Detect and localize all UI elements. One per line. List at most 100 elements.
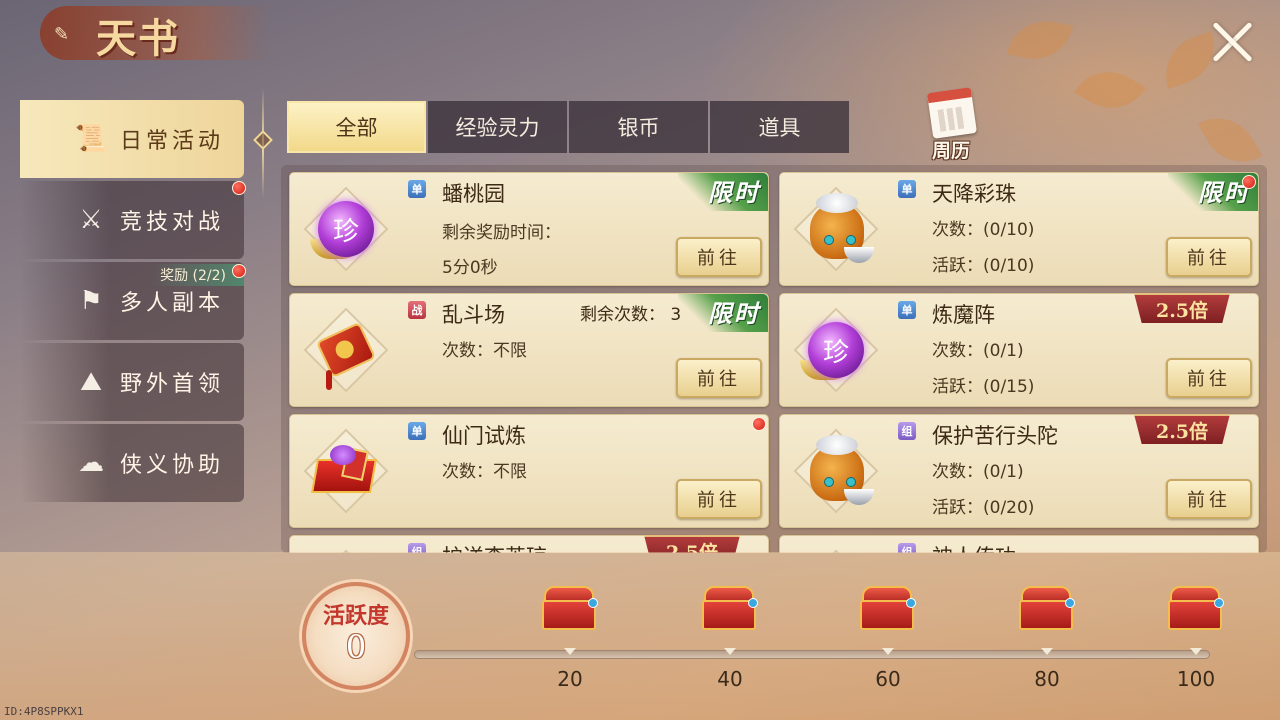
activity-name: 炼魔阵 <box>932 303 995 327</box>
treasure-bag-icon <box>793 186 879 272</box>
activity-list[interactable]: 珍 单 蟠桃园 剩余奖励时间： 5分0秒 限时 前往 单 天降彩珠 次数：(0/… <box>281 165 1267 553</box>
activity-card-tianjiang-caizhu: 单 天降彩珠 次数：(0/10) 活跃：(0/10) 限时 前往 <box>779 172 1259 286</box>
activity-name: 乱斗场 <box>442 303 505 327</box>
milestone-marker <box>1190 648 1202 655</box>
activity-card-luandouchang: 战 乱斗场 剩余次数： 3 次数：不限 限时 前往 <box>289 293 769 407</box>
tab-bar: 全部 经验灵力 银币 道具 <box>287 101 851 153</box>
sidebar-item-field-boss[interactable]: ⛰ 野外首领 <box>20 343 244 421</box>
milestone-marker <box>724 648 736 655</box>
window-title: ✎ 天书 <box>40 0 280 64</box>
reward-chest-icon[interactable] <box>858 582 918 634</box>
mountain-boss-icon: ⛰ <box>80 366 102 397</box>
scroll-icon: 📜 <box>74 124 108 154</box>
progress-track <box>414 650 1210 659</box>
go-button[interactable]: 前往 <box>676 479 762 519</box>
calendar-label: 周历 <box>931 140 970 162</box>
activity-label: 活跃度 <box>322 603 389 629</box>
activity-info: 次数：(0/1) <box>932 462 1024 482</box>
calendar-icon <box>927 87 977 139</box>
sidebar-item-label: 多人副本 <box>120 291 225 316</box>
limited-time-badge: 限时 <box>678 294 768 332</box>
go-button[interactable]: 前往 <box>676 358 762 398</box>
activity-info: 次数：(0/1) <box>932 341 1024 361</box>
activity-info: 活跃：(0/20) <box>932 498 1035 518</box>
treasure-bag-icon <box>793 428 879 514</box>
solo-tag: 单 <box>898 180 916 198</box>
battle-tag: 战 <box>408 301 426 319</box>
milestone-marker <box>882 648 894 655</box>
sidebar-item-label: 侠义协助 <box>120 453 225 478</box>
activity-info: 5分0秒 <box>442 258 498 278</box>
page-title: 天书 <box>96 15 180 62</box>
tab-items[interactable]: 道具 <box>710 101 849 153</box>
activity-card-lianmozhen: 珍 单 炼魔阵 次数：(0/1) 活跃：(0/15) 2.5倍 前往 <box>779 293 1259 407</box>
activity-info: 活跃：(0/10) <box>932 256 1035 276</box>
crossed-swords-icon: ⚔ <box>79 205 103 235</box>
activity-meter: 活跃度 0 <box>302 582 410 690</box>
sidebar-item-arena[interactable]: ⚔ 竞技对战 <box>20 181 246 259</box>
multiplier-badge: 2.5倍 <box>1134 293 1230 323</box>
reward-chest-icon[interactable] <box>700 582 760 634</box>
activity-name: 蟠桃园 <box>442 182 505 206</box>
multiplier-badge: 2.5倍 <box>644 535 740 553</box>
activity-info: 次数：不限 <box>442 462 527 482</box>
sidebar-item-dungeon[interactable]: 奖励 (2/2) ⚑ 多人副本 <box>20 262 246 340</box>
activity-info: 次数：(0/10) <box>932 220 1035 240</box>
sidebar-item-assist[interactable]: ☁ 侠义协助 <box>20 424 244 502</box>
reward-chest-icon[interactable] <box>1017 582 1077 634</box>
milestone-label: 60 <box>875 667 901 691</box>
reward-chest-icon[interactable] <box>1166 582 1226 634</box>
activity-card-pantaoyuan: 珍 单 蟠桃园 剩余奖励时间： 5分0秒 限时 前往 <box>289 172 769 286</box>
activity-info: 次数：不限 <box>442 341 527 361</box>
team-tag: 组 <box>898 422 916 440</box>
sidebar: 📜 日常活动 ⚔ 竞技对战 奖励 (2/2) ⚑ 多人副本 ⛰ 野外首领 ☁ 侠… <box>20 100 246 505</box>
calendar-button[interactable]: 周历 <box>916 84 986 162</box>
divider-ornament <box>253 130 273 150</box>
activity-card-baohu-kuxing-toutuo: 组 保护苦行头陀 次数：(0/1) 活跃：(0/20) 2.5倍 前往 <box>779 414 1259 528</box>
gift-box-icon <box>303 428 389 514</box>
sidebar-item-daily[interactable]: 📜 日常活动 <box>20 100 244 178</box>
cloud-hands-icon: ☁ <box>78 448 104 478</box>
go-button[interactable]: 前往 <box>1166 358 1252 398</box>
sidebar-item-label: 野外首领 <box>120 372 225 397</box>
milestone-label: 80 <box>1034 667 1060 691</box>
close-icon[interactable] <box>1208 18 1256 66</box>
notification-dot <box>232 264 246 278</box>
activity-name: 保护苦行头陀 <box>932 424 1058 448</box>
go-button[interactable]: 前往 <box>1166 479 1252 519</box>
go-button[interactable]: 前往 <box>676 237 762 277</box>
solo-tag: 单 <box>408 180 426 198</box>
solo-tag: 单 <box>898 301 916 319</box>
activity-name: 天降彩珠 <box>932 182 1016 206</box>
activity-card-shenren-chuangong: 组 神人传功 前往 <box>779 535 1259 553</box>
tab-silver[interactable]: 银币 <box>569 101 708 153</box>
sidebar-item-label: 竞技对战 <box>120 210 225 235</box>
go-button[interactable]: 前往 <box>1166 237 1252 277</box>
reward-badge: 奖励 (2/2) <box>150 264 244 286</box>
activity-card-husong-li-yingqiong: 组 护送李英琼 2.5倍 前往 <box>289 535 769 553</box>
milestone-label: 100 <box>1176 667 1216 691</box>
milestone-marker <box>564 648 576 655</box>
purple-orb-ingot-icon: 珍 <box>303 186 389 272</box>
reward-chest-icon[interactable] <box>540 582 600 634</box>
multiplier-badge: 2.5倍 <box>1134 414 1230 444</box>
notification-dot <box>752 417 766 431</box>
flag-icon: ⚑ <box>79 286 103 316</box>
activity-card-xianmen-shilian: 单 仙门试炼 次数：不限 前往 <box>289 414 769 528</box>
tab-exp-spirit[interactable]: 经验灵力 <box>428 101 567 153</box>
tab-all[interactable]: 全部 <box>287 101 426 153</box>
player-id: ID:4P8SPPKX1 <box>4 705 84 718</box>
sidebar-item-label: 日常活动 <box>120 129 225 154</box>
activity-value: 0 <box>345 628 367 666</box>
red-token-icon <box>303 307 389 393</box>
book-icon: ✎ <box>54 24 70 45</box>
milestone-label: 20 <box>557 667 583 691</box>
activity-info: 剩余奖励时间： <box>442 223 561 243</box>
notification-dot <box>1242 175 1256 189</box>
milestone-marker <box>1041 648 1053 655</box>
milestone-label: 40 <box>717 667 743 691</box>
purple-orb-ingot-icon: 珍 <box>793 307 879 393</box>
activity-info: 活跃：(0/15) <box>932 377 1035 397</box>
notification-dot <box>232 181 246 195</box>
solo-tag: 单 <box>408 422 426 440</box>
